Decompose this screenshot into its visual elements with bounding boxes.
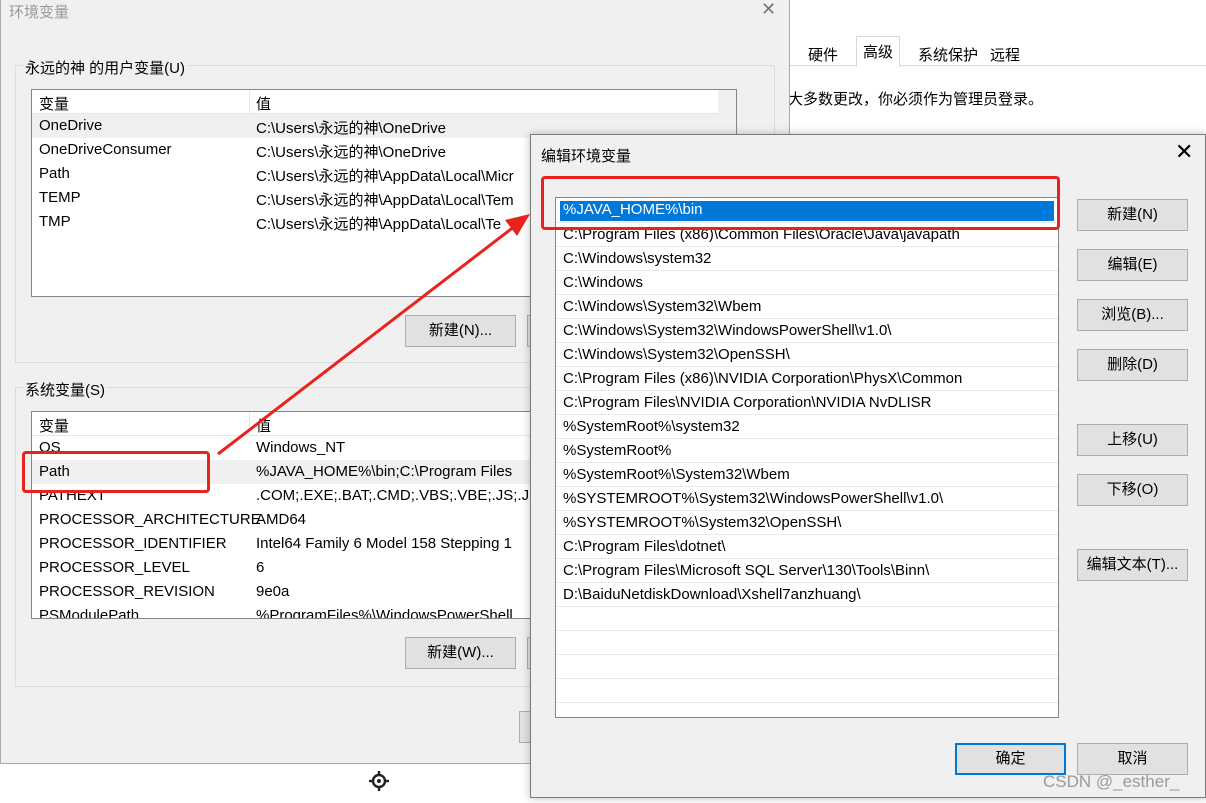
tab-strip: 硬件 高级 系统保护 远程 <box>786 36 1206 67</box>
list-item[interactable]: D:\BaiduNetdiskDownload\Xshell7anzhuang\ <box>556 583 1058 607</box>
variable-name: PROCESSOR_LEVEL <box>39 559 190 576</box>
list-item[interactable]: %SYSTEMROOT%\System32\WindowsPowerShell\… <box>556 487 1058 511</box>
path-entry-text: C:\Windows\system32 <box>563 250 712 267</box>
variable-value: AMD64 <box>256 511 307 528</box>
variable-value: %ProgramFiles%\WindowsPowerShell <box>256 607 513 619</box>
window-title: 环境变量 <box>9 4 70 21</box>
variable-value: C:\Users\永远的神\OneDrive <box>256 144 447 161</box>
variable-value: 6 <box>256 559 265 576</box>
system-variables-label: 系统变量(S) <box>23 379 107 400</box>
dialog-title: 编辑环境变量 <box>541 148 632 165</box>
variable-value: 9e0a <box>256 583 290 600</box>
user-new-button[interactable]: 新建(N)... <box>405 315 516 347</box>
variable-value: Intel64 Family 6 Model 158 Stepping 1 <box>256 535 512 552</box>
highlight-box-path <box>22 451 210 493</box>
edit-environment-variable-dialog: 编辑环境变量 ✕ %JAVA_HOME%\bin C:\Program Files… <box>530 134 1206 798</box>
variable-name: OneDrive <box>39 117 103 134</box>
bottom-strip <box>0 763 530 803</box>
path-entry-text: %SystemRoot%\system32 <box>563 418 740 435</box>
path-entry-text: %SystemRoot% <box>563 442 672 459</box>
move-down-button[interactable]: 下移(O) <box>1077 474 1188 506</box>
edit-text-button[interactable]: 编辑文本(T)... <box>1077 549 1188 581</box>
list-item[interactable]: C:\Program Files\Microsoft SQL Server\13… <box>556 559 1058 583</box>
variable-name: TMP <box>39 213 71 230</box>
edit-button[interactable]: 编辑(E) <box>1077 249 1188 281</box>
new-button[interactable]: 新建(N) <box>1077 199 1188 231</box>
browse-button[interactable]: 浏览(B)... <box>1077 299 1188 331</box>
list-item[interactable] <box>556 679 1058 703</box>
path-entry-text: C:\Windows\System32\WindowsPowerShell\v1… <box>563 322 892 339</box>
variable-name: OneDriveConsumer <box>39 141 172 158</box>
variable-name: PROCESSOR_IDENTIFIER <box>39 535 227 552</box>
variable-value: %JAVA_HOME%\bin;C:\Program Files <box>256 463 513 480</box>
variable-name: Path <box>39 165 70 182</box>
list-item[interactable]: C:\Program Files\NVIDIA Corporation\NVID… <box>556 391 1058 415</box>
path-entry-text: C:\Program Files\Microsoft SQL Server\13… <box>563 562 930 579</box>
variable-name: PROCESSOR_REVISION <box>39 583 215 600</box>
list-item[interactable]: C:\Windows\system32 <box>556 247 1058 271</box>
path-entries-list[interactable]: %JAVA_HOME%\bin C:\Program Files (x86)\Co… <box>555 197 1059 718</box>
variable-name: PROCESSOR_ARCHITECTURE <box>39 511 261 528</box>
user-variables-label: 永远的神 的用户变量(U) <box>23 57 187 78</box>
variable-name: PSModulePath <box>39 607 140 619</box>
move-up-button[interactable]: 上移(U) <box>1077 424 1188 456</box>
admin-notice: 大多数更改，你必须作为管理员登录。 <box>788 91 1044 108</box>
system-new-button[interactable]: 新建(W)... <box>405 637 516 669</box>
column-header-value[interactable]: 值 <box>256 93 271 114</box>
column-header-value[interactable]: 值 <box>256 415 271 436</box>
path-entry-text: C:\Program Files (x86)\NVIDIA Corporatio… <box>563 370 963 387</box>
list-item[interactable]: %SYSTEMROOT%\System32\OpenSSH\ <box>556 511 1058 535</box>
path-entry-text: D:\BaiduNetdiskDownload\Xshell7anzhuang\ <box>563 586 861 603</box>
path-entry-text: C:\Windows <box>563 274 644 291</box>
list-item[interactable]: C:\Windows\System32\WindowsPowerShell\v1… <box>556 319 1058 343</box>
variable-value: .COM;.EXE;.BAT;.CMD;.VBS;.VBE;.JS;.JSE <box>256 487 550 504</box>
variable-value: Windows_NT <box>256 439 346 456</box>
watermark: CSDN @_esther_ <box>1043 772 1180 791</box>
list-item[interactable]: C:\Windows\System32\Wbem <box>556 295 1058 319</box>
column-header-variable[interactable]: 变量 <box>39 93 69 114</box>
tab-system-protection[interactable]: 系统保护 <box>912 40 984 66</box>
tab-remote[interactable]: 远程 <box>984 40 1026 66</box>
list-item[interactable] <box>556 631 1058 655</box>
close-icon[interactable]: ✕ <box>1175 141 1193 163</box>
list-item[interactable]: %SystemRoot%\System32\Wbem <box>556 463 1058 487</box>
list-item[interactable]: %SystemRoot%\system32 <box>556 415 1058 439</box>
list-header: 变量 值 <box>32 90 736 114</box>
path-entry-text: %SYSTEMROOT%\System32\OpenSSH\ <box>563 514 842 531</box>
cancel-button[interactable]: 取消 <box>1077 743 1188 775</box>
variable-value: C:\Users\永远的神\OneDrive <box>256 120 447 137</box>
variable-value: C:\Users\永远的神\AppData\Local\Tem <box>256 192 514 209</box>
list-item[interactable]: C:\Windows\System32\OpenSSH\ <box>556 343 1058 367</box>
variable-value: C:\Users\永远的神\AppData\Local\Te <box>256 216 502 233</box>
ok-button[interactable]: 确定 <box>955 743 1066 775</box>
path-entry-text: C:\Program Files\dotnet\ <box>563 538 726 555</box>
column-header-variable[interactable]: 变量 <box>39 415 69 436</box>
list-item[interactable]: %SystemRoot% <box>556 439 1058 463</box>
variable-value: C:\Users\永远的神\AppData\Local\Micr <box>256 168 514 185</box>
list-item[interactable]: C:\Program Files\dotnet\ <box>556 535 1058 559</box>
close-icon[interactable]: ✕ <box>761 0 776 20</box>
tab-hardware[interactable]: 硬件 <box>802 40 844 66</box>
path-entry-text: C:\Windows\System32\OpenSSH\ <box>563 346 790 363</box>
delete-button[interactable]: 删除(D) <box>1077 349 1188 381</box>
list-item[interactable] <box>556 655 1058 679</box>
list-item[interactable] <box>556 607 1058 631</box>
path-entry-text: C:\Windows\System32\Wbem <box>563 298 762 315</box>
path-entry-text: C:\Program Files\NVIDIA Corporation\NVID… <box>563 394 932 411</box>
highlight-box-java-home <box>541 176 1060 230</box>
path-entry-text: %SystemRoot%\System32\Wbem <box>563 466 790 483</box>
path-entry-text: %SYSTEMROOT%\System32\WindowsPowerShell\… <box>563 490 944 507</box>
tab-advanced[interactable]: 高级 <box>856 36 901 67</box>
list-item[interactable]: C:\Program Files (x86)\NVIDIA Corporatio… <box>556 367 1058 391</box>
list-item[interactable]: C:\Windows <box>556 271 1058 295</box>
variable-name: TEMP <box>39 189 81 206</box>
crosshair-icon <box>369 771 389 791</box>
